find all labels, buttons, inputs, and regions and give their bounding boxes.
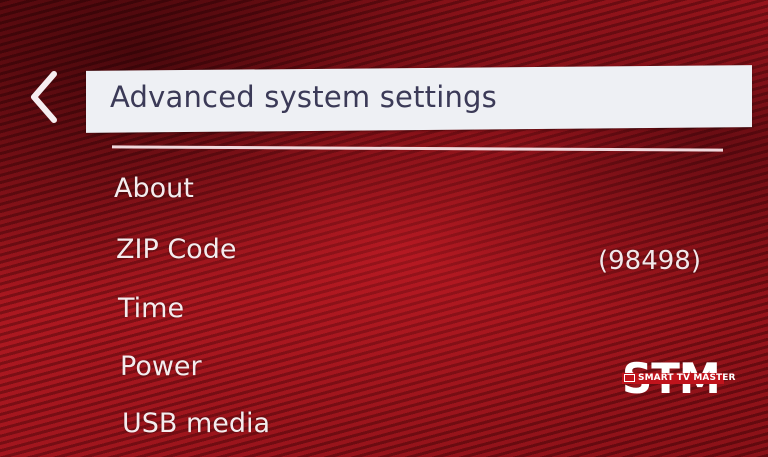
logo-tagline: SMART TV MASTER (638, 373, 736, 383)
menu-item-about[interactable]: About (114, 173, 194, 204)
menu-item-time[interactable]: Time (118, 293, 184, 324)
page-title: Advanced system settings (110, 80, 497, 114)
menu-item-power[interactable]: Power (120, 351, 202, 382)
menu-item-zip-code[interactable]: ZIP Code (116, 234, 236, 265)
menu-item-usb-media[interactable]: USB media (122, 408, 270, 439)
chevron-left-icon[interactable] (26, 68, 62, 126)
watermark-logo: STM SMART TV MASTER (622, 356, 735, 402)
tv-icon (624, 374, 635, 382)
zip-code-value: (98498) (598, 246, 701, 276)
